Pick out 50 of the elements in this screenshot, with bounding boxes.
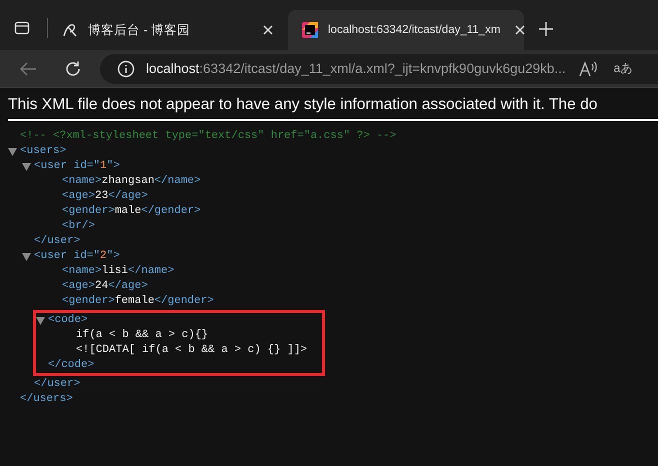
close-icon[interactable]: [514, 24, 526, 36]
xml-tag: <users>: [20, 144, 66, 159]
xml-tag: </code>: [48, 358, 94, 373]
xml-tag: </name>: [154, 174, 201, 189]
back-arrow-icon[interactable]: [19, 60, 37, 76]
info-icon[interactable]: [117, 60, 135, 78]
xml-tag: <br/>: [62, 219, 96, 234]
xml-tag: <gender>: [62, 294, 115, 309]
browser-tab[interactable]: 博客后台 - 博客园: [56, 10, 284, 50]
reload-icon[interactable]: [64, 60, 82, 78]
xml-text: zhangsan: [102, 174, 154, 189]
xml-text: 23: [95, 189, 108, 204]
browser-tab[interactable]: localhost:63342/itcast/day_11_xm: [288, 10, 524, 50]
xml-tag: <age>: [62, 279, 96, 294]
new-tab-icon[interactable]: [538, 21, 554, 37]
collapse-triangle-icon[interactable]: [36, 316, 45, 324]
address-field[interactable]: localhost:63342/itcast/day_11_xml/a.xml?_ijt=knvpfk90guvk6gu29kb... aあ: [100, 54, 658, 84]
translate-icon[interactable]: aあ: [614, 60, 632, 77]
xml-text: 24: [95, 279, 108, 294]
xml-tag: <user id="1">: [34, 159, 120, 174]
xml-tag: </age>: [108, 279, 148, 294]
collapse-triangle-icon[interactable]: [22, 252, 31, 260]
xml-tag: <user id="2">: [34, 249, 120, 264]
read-aloud-icon[interactable]: [578, 60, 599, 76]
close-icon[interactable]: [262, 24, 274, 36]
url-text: localhost:63342/itcast/day_11_xml/a.xml?_ijt=knvpfk90guvk6gu29kb...: [146, 61, 566, 76]
sidebar-icon[interactable]: [14, 20, 30, 36]
xml-text: <![CDATA[ if(a < b && a > c) {} ]]>: [76, 343, 308, 358]
collapse-triangle-icon[interactable]: [8, 148, 17, 156]
xml-tag: </user>: [34, 377, 80, 392]
swirl-logo-icon: [62, 22, 78, 38]
xml-tag: </age>: [108, 189, 148, 204]
xml-text: male: [114, 204, 142, 219]
xml-tag: </gender>: [154, 294, 214, 309]
ide-logo-icon: [302, 22, 318, 38]
xml-comment: <!-- <?xml-stylesheet type="text/css" href="a.css" ?> -->: [19, 129, 396, 144]
xml-info-banner: This XML file does not appear to have any style information associated with it. The do: [8, 96, 658, 121]
xml-text: lisi: [102, 264, 128, 279]
collapse-triangle-icon[interactable]: [22, 162, 31, 170]
xml-tag: <name>: [62, 264, 102, 279]
xml-tag: </name>: [128, 264, 174, 279]
xml-tag: <gender>: [62, 204, 115, 219]
xml-tag: </gender>: [141, 204, 201, 219]
xml-tag: </users>: [20, 392, 73, 407]
xml-tag: <code>: [48, 313, 88, 328]
xml-text: female: [114, 294, 154, 309]
xml-text: if(a < b && a > c){}: [76, 328, 208, 343]
xml-tag: </user>: [34, 234, 80, 249]
xml-tag: <age>: [62, 189, 96, 204]
xml-tag: <name>: [62, 174, 102, 189]
